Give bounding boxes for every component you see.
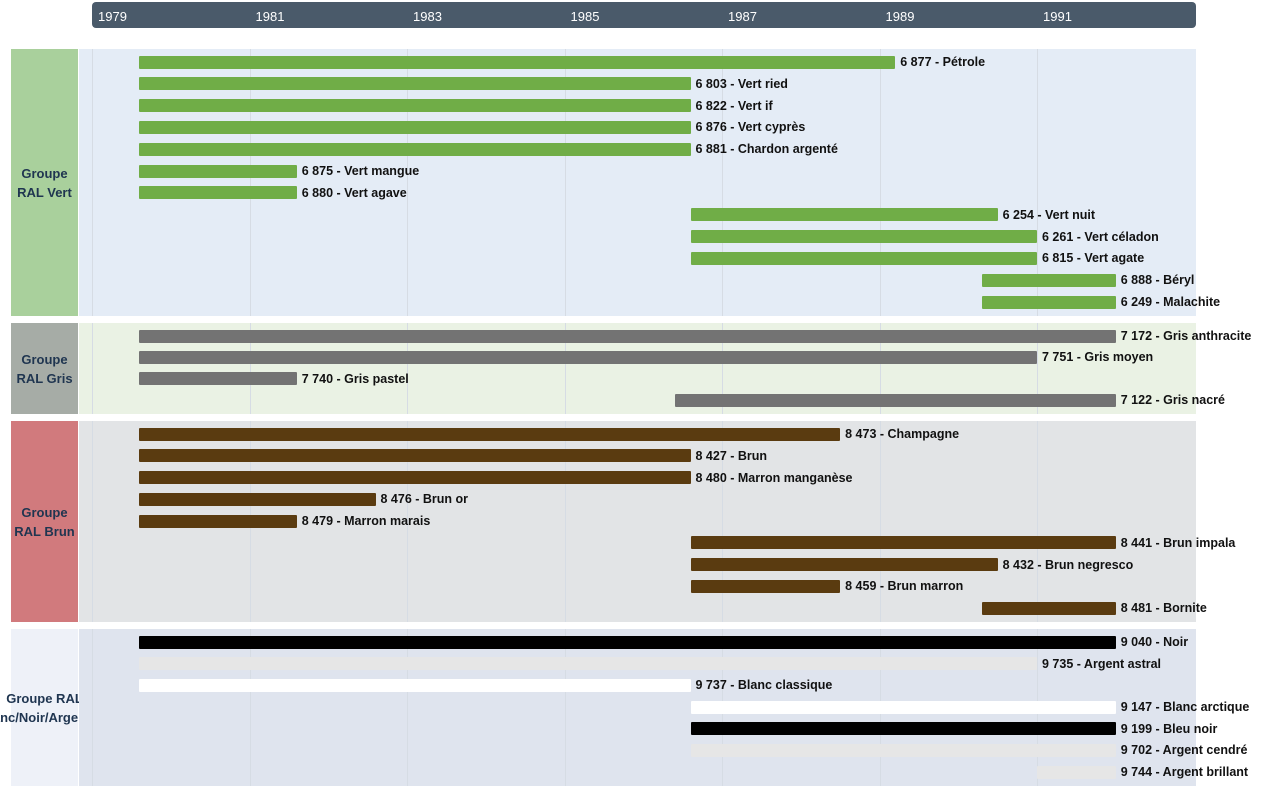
timeline-bar: [139, 427, 841, 441]
timeline-bar: [674, 393, 1116, 407]
bar-label: 6 254 - Vert nuit: [1002, 207, 1096, 222]
timeline-bar: [139, 372, 297, 386]
bar-label: 8 427 - Brun: [695, 448, 768, 463]
bar-label: 9 737 - Blanc classique: [695, 678, 833, 693]
timeline-chart: 1979 1981 1983 1985 1987 1989 1991 Groupe RAL V…: [0, 0, 1264, 792]
timeline-bar: [690, 536, 1116, 550]
x-tick-label: 1991: [1043, 9, 1072, 24]
timeline-bar: [139, 164, 297, 178]
bar-label: 8 481 - Bornite: [1120, 601, 1207, 615]
timeline-bar: [139, 55, 896, 69]
group-label: Groupe RAL Blanc/Noir/Argent/Or: [0, 629, 109, 786]
bar-label: 9 702 - Argent cendré: [1120, 743, 1248, 758]
gridline: [92, 629, 93, 786]
timeline-bar: [690, 230, 1037, 244]
bar-label: 8 480 - Marron manganèse: [695, 470, 853, 485]
gridline: [879, 49, 881, 316]
timeline-bar: [139, 492, 376, 506]
timeline-bar: [139, 77, 691, 91]
timeline-bar: [690, 743, 1116, 757]
gridline: [407, 629, 408, 786]
bar-label: 8 432 - Brun negresco: [1002, 557, 1134, 572]
timeline-bar: [690, 722, 1116, 736]
group-label-text: Groupe RAL Vert: [17, 165, 72, 200]
bar-label: 6 249 - Malachite: [1120, 295, 1221, 309]
bar-label: 9 040 - Noir: [1120, 635, 1189, 649]
group-label: Groupe RAL Vert: [11, 49, 78, 316]
timeline-bar: [139, 514, 297, 528]
gridline: [92, 323, 93, 414]
x-tick-label: 1985: [570, 9, 600, 24]
bar-label: 6 877 - Pétrole: [900, 55, 986, 69]
bar-label: 7 740 - Gris pastel: [301, 371, 409, 386]
bar-label: 6 803 - Vert ried: [695, 76, 788, 91]
bar-label: 8 459 - Brun marron: [845, 579, 964, 594]
timeline-bar: [139, 449, 691, 463]
bar-label: 6 881 - Chardon argenté: [695, 142, 838, 157]
bar-label: 9 147 - Blanc arctique: [1120, 700, 1250, 714]
timeline-bar: [139, 678, 691, 692]
x-axis-bar: 1979 1981 1983 1985 1987 1989 1991: [92, 2, 1196, 28]
bar-label: 8 479 - Marron marais: [301, 514, 431, 528]
timeline-bar: [690, 579, 841, 593]
x-tick-label: 1979: [98, 9, 127, 24]
bar-label: 7 751 - Gris moyen: [1042, 350, 1154, 365]
bar-label: 6 880 - Vert agave: [301, 185, 407, 200]
gridline: [1037, 421, 1038, 622]
timeline-bar: [690, 700, 1116, 714]
timeline-bar: [139, 471, 691, 484]
gridline: [92, 49, 93, 316]
group-label: Groupe RAL Gris: [11, 323, 78, 414]
timeline-bar: [981, 601, 1116, 615]
group-label-text: Groupe RAL Brun: [14, 504, 75, 539]
gridline: [564, 629, 566, 786]
x-tick-label: 1983: [413, 9, 442, 24]
bar-label: 7 122 - Gris nacré: [1120, 393, 1225, 407]
timeline-bar: [139, 350, 1037, 364]
bar-label: 6 888 - Béryl: [1120, 273, 1195, 288]
bar-label: 9 744 - Argent brillant: [1120, 765, 1249, 779]
gridline: [249, 629, 251, 786]
timeline-bar: [139, 186, 297, 200]
x-tick-label: 1989: [885, 9, 915, 24]
group-label-text: Groupe RAL Gris: [16, 351, 73, 386]
bar-label: 6 822 - Vert if: [695, 98, 773, 113]
timeline-bar: [981, 273, 1116, 287]
bar-label: 8 473 - Champagne: [845, 427, 960, 441]
timeline-bar: [690, 558, 998, 571]
timeline-bar: [139, 120, 691, 134]
x-tick-label: 1981: [255, 9, 285, 24]
bar-label: 6 876 - Vert cyprès: [695, 120, 806, 135]
bar-label: 9 199 - Bleu noir: [1120, 721, 1218, 736]
timeline-bar: [139, 635, 1116, 649]
bar-label: 9 735 - Argent astral: [1042, 656, 1162, 671]
bar-label: 8 441 - Brun impala: [1120, 535, 1236, 550]
bar-label: 8 476 - Brun or: [380, 492, 469, 507]
bar-label: 6 815 - Vert agate: [1042, 251, 1145, 266]
timeline-bar: [690, 208, 998, 222]
timeline-bar: [139, 99, 691, 113]
gridline: [92, 421, 93, 622]
group-label: Groupe RAL Brun: [11, 421, 78, 622]
timeline-bar: [139, 329, 1116, 343]
bar-label: 7 172 - Gris anthracite: [1120, 329, 1252, 343]
bar-label: 6 261 - Vert céladon: [1042, 229, 1159, 244]
timeline-bar: [981, 295, 1116, 309]
timeline-bar: [139, 657, 1037, 671]
timeline-bar: [139, 142, 691, 156]
x-tick-label: 1987: [728, 9, 757, 24]
bar-label: 6 875 - Vert mangue: [301, 164, 420, 179]
timeline-bar: [690, 251, 1037, 265]
timeline-bar: [1037, 765, 1116, 779]
